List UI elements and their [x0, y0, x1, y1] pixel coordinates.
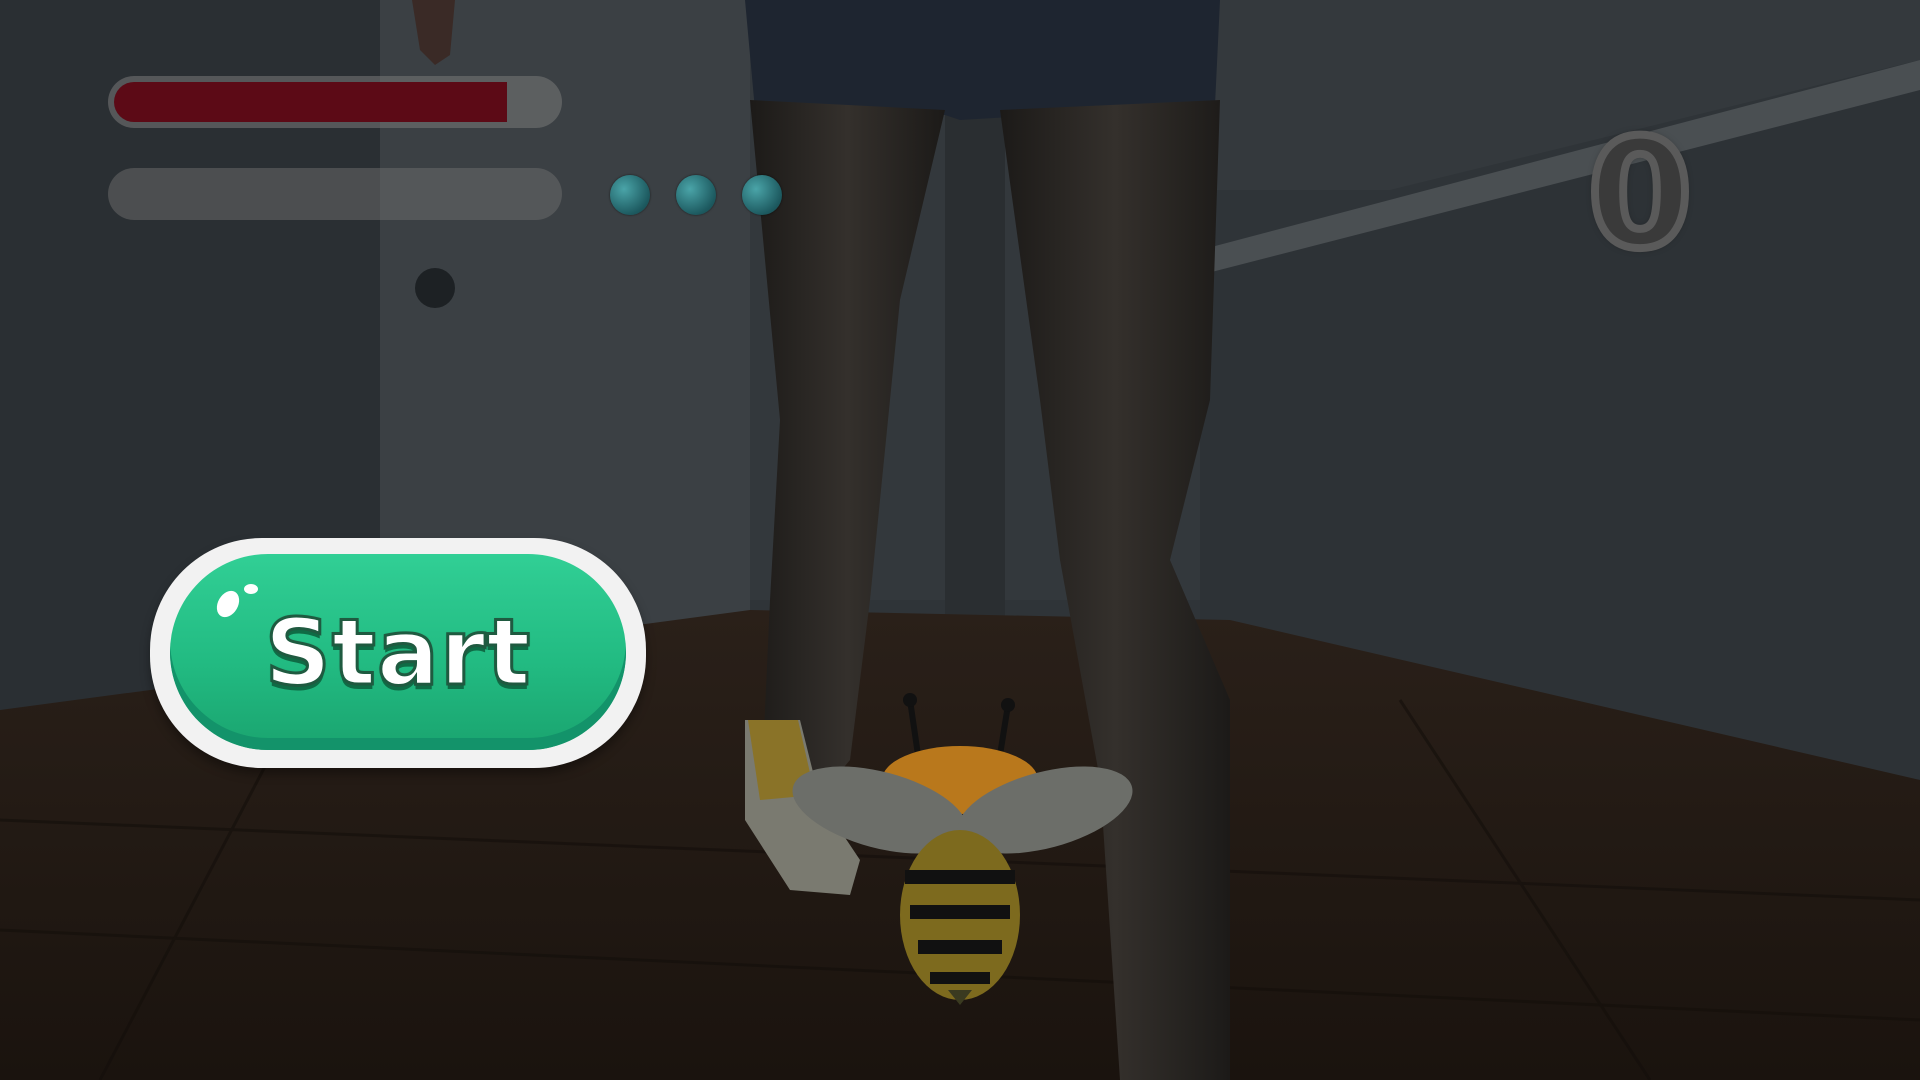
- orb-icon: [742, 175, 782, 215]
- charge-indicators: [610, 175, 782, 215]
- health-bar: [108, 76, 562, 128]
- start-button-face[interactable]: Start: [170, 554, 626, 750]
- health-bar-fill: [114, 82, 507, 122]
- score-counter: 0: [1584, 108, 1696, 282]
- door-frame: [945, 100, 1005, 620]
- character-shorts: [745, 0, 1220, 120]
- orb-icon: [676, 175, 716, 215]
- orb-icon: [610, 175, 650, 215]
- door-knob: [415, 268, 455, 308]
- energy-bar: [108, 168, 562, 220]
- game-screen: 0 Start: [0, 0, 1920, 1080]
- start-button-label: Start: [263, 597, 532, 707]
- start-button[interactable]: Start: [150, 538, 646, 768]
